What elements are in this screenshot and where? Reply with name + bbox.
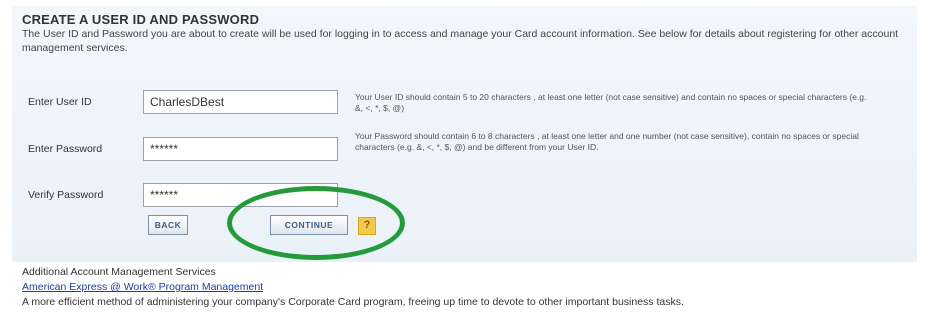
password-hint: Your Password should contain 6 to 8 char… (355, 131, 859, 152)
form-title: CREATE A USER ID AND PASSWORD (22, 12, 260, 27)
help-icon[interactable]: ? (358, 217, 376, 235)
verify-password-input[interactable] (143, 183, 338, 207)
program-management-link[interactable]: American Express @ Work® Program Managem… (22, 281, 263, 293)
user-id-input[interactable] (143, 90, 338, 114)
verify-password-label: Verify Password (28, 189, 104, 201)
program-management-description: A more efficient method of administering… (22, 296, 684, 308)
back-button[interactable]: BACK (148, 215, 188, 235)
user-id-label: Enter User ID (28, 96, 92, 108)
user-id-hint: Your User ID should contain 5 to 20 char… (355, 92, 867, 113)
continue-button[interactable]: CONTINUE (270, 215, 348, 235)
additional-services-heading: Additional Account Management Services (22, 266, 216, 278)
password-label: Enter Password (28, 143, 103, 155)
password-input[interactable] (143, 137, 338, 161)
form-intro-text: The User ID and Password you are about t… (22, 28, 899, 54)
